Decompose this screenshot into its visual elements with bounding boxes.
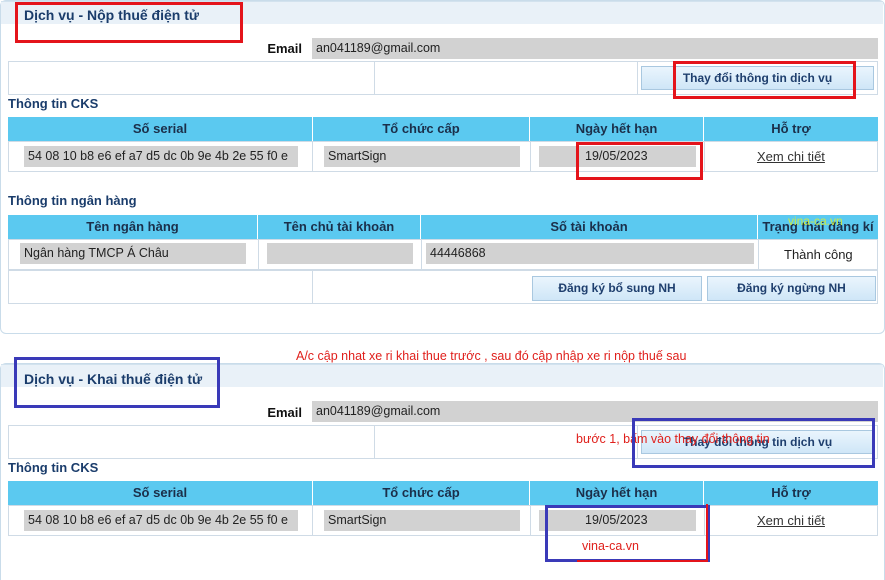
account-holder-field[interactable] <box>267 243 413 264</box>
action-row-mid <box>374 61 638 95</box>
stop-bank-button[interactable]: Đăng ký ngừng NH <box>707 276 876 301</box>
serial-field[interactable]: 54 08 10 b8 e6 ef a7 d5 dc 0b 9e 4b 2e 5… <box>24 146 298 167</box>
watermark-top: vina-ca.vn <box>788 214 843 228</box>
annotation-box-title <box>15 2 243 43</box>
cks-info-title: Thông tin CKS <box>8 96 99 111</box>
col-header-serial: Số serial <box>8 117 313 141</box>
col-header-account-holder: Tên chủ tài khoản <box>258 215 421 239</box>
serial-field-2[interactable]: 54 08 10 b8 e6 ef a7 d5 dc 0b 9e 4b 2e 5… <box>24 510 298 531</box>
bank-action-row-left <box>8 270 313 304</box>
issuer-field-2[interactable]: SmartSign <box>324 510 520 531</box>
add-bank-button[interactable]: Đăng ký bổ sung NH <box>532 276 702 301</box>
annotation-box-title-2 <box>14 357 220 408</box>
support-detail-link-2[interactable]: Xem chi tiết <box>757 513 825 528</box>
annotation-main-note: A/c cập nhat xe ri khai thue trước , sau… <box>296 349 687 363</box>
col-header-expiry-2: Ngày hết hạn <box>530 481 704 505</box>
annotation-box-change-button-2 <box>632 418 875 468</box>
issuer-field[interactable]: SmartSign <box>324 146 520 167</box>
email-field[interactable]: an041189@gmail.com <box>312 38 878 59</box>
col-header-support-2: Hỗ trợ <box>704 481 878 505</box>
col-header-serial-2: Số serial <box>8 481 313 505</box>
bank-status-text: Thành công <box>784 247 853 262</box>
account-number-field[interactable]: 44446868 <box>426 243 754 264</box>
email-label: Email <box>267 41 302 56</box>
col-header-support: Hỗ trợ <box>704 117 878 141</box>
action-row-left-2 <box>8 425 375 459</box>
annotation-box-expiry <box>576 142 703 180</box>
bank-name-field[interactable]: Ngân hàng TMCP Á Châu <box>20 243 246 264</box>
email-label-2: Email <box>267 405 302 420</box>
col-header-issuer: Tổ chức cấp <box>313 117 530 141</box>
col-header-issuer-2: Tổ chức cấp <box>313 481 530 505</box>
annotation-box-change-button <box>673 61 856 99</box>
col-header-bank-name: Tên ngân hàng <box>8 215 258 239</box>
bank-info-title: Thông tin ngân hàng <box>8 193 137 208</box>
col-header-expiry: Ngày hết hạn <box>530 117 704 141</box>
cks-info-title-2: Thông tin CKS <box>8 460 99 475</box>
col-header-account-number: Số tài khoản <box>421 215 758 239</box>
support-detail-link[interactable]: Xem chi tiết <box>757 149 825 164</box>
annotation-box-expiry-inner <box>577 504 708 562</box>
action-row-left <box>8 61 375 95</box>
